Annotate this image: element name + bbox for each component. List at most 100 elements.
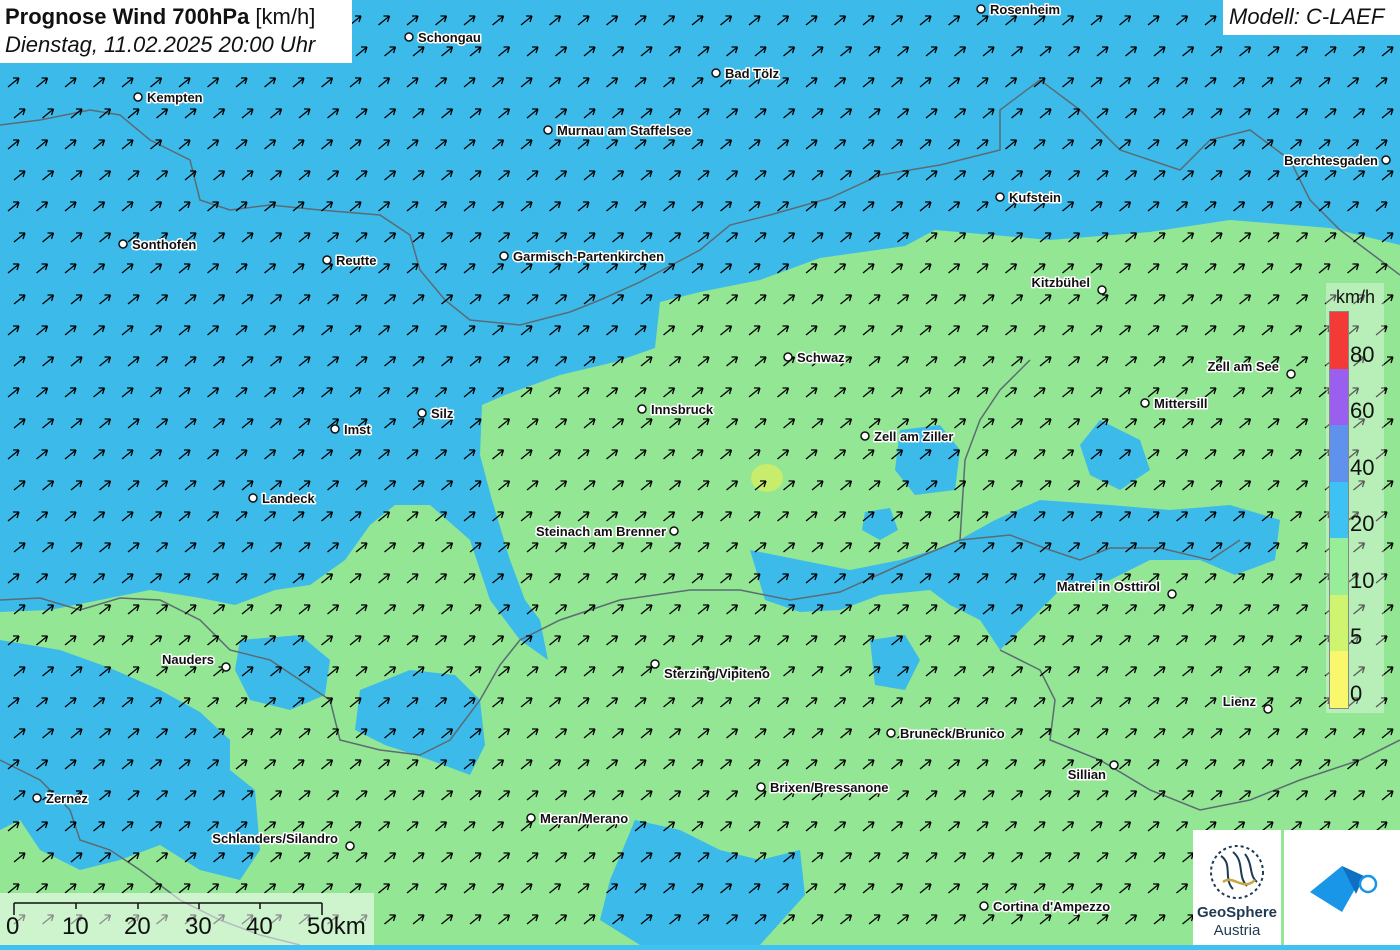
city-label: Bad Tölz <box>725 66 780 81</box>
city-label: Zell am See <box>1207 359 1279 374</box>
city-label: Zell am Ziller <box>874 429 953 444</box>
city-label: Kempten <box>147 90 203 105</box>
city-label: Steinach am Brenner <box>536 524 666 539</box>
city-marker-icon <box>995 192 1005 202</box>
city-label: Lienz <box>1223 694 1257 709</box>
city-marker-icon <box>322 255 332 265</box>
city-marker-icon <box>650 659 660 669</box>
city-label: Silz <box>431 406 454 421</box>
city-marker-icon <box>1167 589 1177 599</box>
city-marker-icon <box>1109 760 1119 770</box>
scale-label-20: 20 <box>124 913 151 940</box>
city-label: Meran/Merano <box>540 811 628 826</box>
legend-swatch-40 <box>1330 425 1348 483</box>
city-label: Landeck <box>262 491 316 506</box>
city-label: Berchtesgaden <box>1284 153 1378 168</box>
city-brixen-bressanone[interactable]: Brixen/Bressanone <box>756 779 890 797</box>
wind-forecast-map[interactable]: Rosenheim Schongau Bad Tölz Kempten Murnau a… <box>0 0 1400 945</box>
legend-label-5: 5 <box>1350 624 1363 650</box>
city-label: Reutte <box>336 253 376 268</box>
city-marker-icon <box>345 841 355 851</box>
city-label: Murnau am Staffelsee <box>557 123 691 138</box>
color-legend: km/h 80 60 40 20 10 5 0 <box>1326 283 1384 713</box>
city-label: Bruneck/Brunico <box>900 726 1005 741</box>
city-label: Brixen/Bressanone <box>770 780 889 795</box>
city-meran-merano[interactable]: Meran/Merano <box>526 810 630 828</box>
city-label: Sterzing/Vipiteno <box>664 666 770 681</box>
geosphere-logo[interactable]: GeoSphere Austria <box>1193 830 1281 945</box>
city-label: Schongau <box>418 30 481 45</box>
legend-swatch-10 <box>1330 538 1348 596</box>
city-label: Innsbruck <box>651 402 714 417</box>
city-label: Kitzbühel <box>1032 275 1091 290</box>
city-label: Nauders <box>162 652 214 667</box>
legend-swatch-0 <box>1330 651 1348 709</box>
city-marker-icon <box>221 662 231 672</box>
city-bruneck-brunico[interactable]: Bruneck/Brunico <box>886 725 1006 743</box>
city-label: Cortina d'Ampezzo <box>993 899 1110 914</box>
legend-swatch-20 <box>1330 481 1348 539</box>
city-rosenheim[interactable]: Rosenheim <box>976 1 1062 19</box>
city-marker-icon <box>1263 704 1273 714</box>
legend-label-10: 10 <box>1350 567 1375 593</box>
legend-color-bar <box>1329 311 1349 709</box>
app-logo[interactable] <box>1284 830 1400 945</box>
legend-swatch-80 <box>1330 312 1348 370</box>
city-marker-icon <box>711 68 721 78</box>
city-zell-am-ziller[interactable]: Zell am Ziller <box>860 428 955 446</box>
scale-label-40: 40 <box>246 913 273 940</box>
city-label: Kufstein <box>1009 190 1061 205</box>
city-label: Matrei in Osttirol <box>1057 579 1160 594</box>
city-marker-icon <box>32 793 42 803</box>
city-label: Rosenheim <box>990 2 1060 17</box>
weather-app-icon <box>1310 866 1378 912</box>
map-title-main: Prognose Wind 700hPa <box>5 4 250 29</box>
legend-label-80: 80 <box>1350 341 1375 367</box>
legend-swatch-60 <box>1330 368 1348 426</box>
city-marker-icon <box>669 526 679 536</box>
city-marker-icon <box>886 728 896 738</box>
city-marker-icon <box>637 404 647 414</box>
legend-unit: km/h <box>1336 287 1376 307</box>
city-garmisch-partenkirchen[interactable]: Garmisch-Partenkirchen <box>499 248 666 266</box>
legend-label-40: 40 <box>1350 454 1375 480</box>
map-title-unit: [km/h] <box>249 4 316 29</box>
city-label: Schlanders/Silandro <box>212 831 338 846</box>
city-label: Imst <box>344 422 371 437</box>
city-marker-icon <box>499 251 509 261</box>
city-marker-icon <box>756 782 766 792</box>
city-marker-icon <box>783 352 793 362</box>
city-marker-icon <box>979 901 989 911</box>
city-marker-icon <box>1140 398 1150 408</box>
city-marker-icon <box>976 4 986 14</box>
legend-label-0: 0 <box>1350 681 1363 706</box>
legend-swatch-5 <box>1330 594 1348 652</box>
title-panel: Prognose Wind 700hPa [km/h] Dienstag, 11… <box>0 0 352 63</box>
scale-label-30: 30 <box>185 913 212 940</box>
geosphere-logo-subtext: Austria <box>1213 922 1261 939</box>
city-label: Schwaz <box>797 350 845 365</box>
city-berchtesgaden[interactable]: Berchtesgaden <box>1283 152 1391 170</box>
model-label: Modell: C-LAEF <box>1223 0 1400 35</box>
geosphere-logo-text: GeoSphere <box>1196 904 1278 921</box>
city-marker-icon <box>1381 155 1391 165</box>
city-marker-icon <box>404 32 414 42</box>
scale-label-50km: 50km <box>307 913 366 940</box>
city-marker-icon <box>330 424 340 434</box>
city-marker-icon <box>860 431 870 441</box>
city-murnau-am-staffelsee[interactable]: Murnau am Staffelsee <box>543 122 693 140</box>
city-steinach-am-brenner[interactable]: Steinach am Brenner <box>534 523 679 541</box>
city-marker-icon <box>118 239 128 249</box>
forecast-datetime: Dienstag, 11.02.2025 20:00 Uhr <box>5 32 316 57</box>
city-marker-icon <box>543 125 553 135</box>
legend-label-20: 20 <box>1350 511 1375 537</box>
city-marker-icon <box>1097 285 1107 295</box>
scale-label-10: 10 <box>62 913 89 940</box>
scale-label-0: 0 <box>6 913 20 940</box>
city-marker-icon <box>248 493 258 503</box>
city-marker-icon <box>526 813 536 823</box>
scale-bar: 0 10 20 30 40 50km <box>0 893 374 945</box>
city-marker-icon <box>417 408 427 418</box>
city-cortina-d-ampezzo[interactable]: Cortina d'Ampezzo <box>979 898 1112 916</box>
city-marker-icon <box>133 92 143 102</box>
